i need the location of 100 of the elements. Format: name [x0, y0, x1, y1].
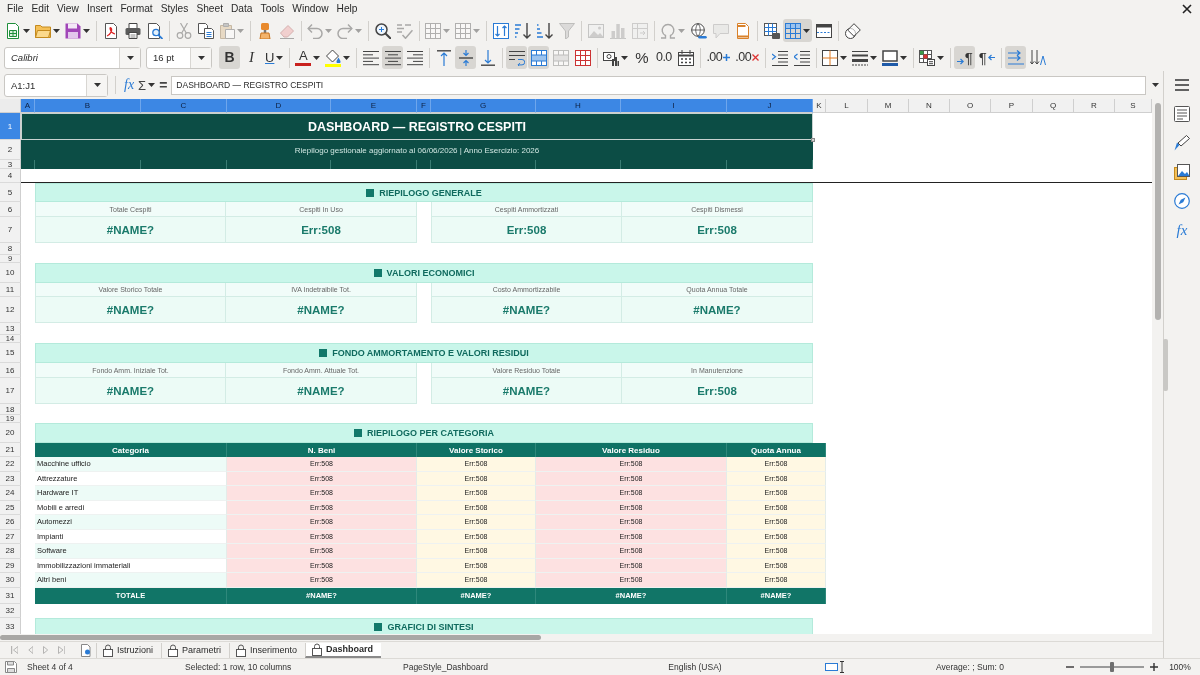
add-decimal-button[interactable]: .00	[704, 46, 733, 69]
column-header[interactable]: J	[727, 99, 813, 113]
menu-item[interactable]: File	[3, 1, 28, 16]
functions-tab[interactable]: fx	[1168, 216, 1196, 244]
text-direction-button[interactable]	[1005, 46, 1027, 69]
sidebar-collapse-handle[interactable]	[1163, 339, 1168, 391]
column-header[interactable]: Q	[1033, 99, 1074, 113]
column-header[interactable]: I	[621, 99, 727, 113]
delete-decimal-button[interactable]: .00	[733, 46, 762, 69]
scrollbar-thumb[interactable]	[1155, 103, 1161, 320]
column-header[interactable]: S	[1115, 99, 1152, 113]
dropdown-button[interactable]	[190, 47, 211, 68]
row-header[interactable]: 4	[0, 169, 21, 183]
column-header[interactable]: F	[417, 99, 431, 113]
row-header[interactable]: 26	[0, 515, 21, 530]
align-left-icon	[362, 49, 379, 66]
row-header[interactable]: 11	[0, 283, 21, 297]
column-header[interactable]: R	[1074, 99, 1115, 113]
menu-item[interactable]: Edit	[27, 1, 53, 16]
menu-item[interactable]: Sheet	[192, 1, 227, 16]
left-to-right-button[interactable]: ¶	[954, 46, 976, 69]
menu-item[interactable]: Tools	[256, 1, 289, 16]
menu-item[interactable]: View	[53, 1, 83, 16]
zoom-out-button[interactable]	[1064, 664, 1076, 670]
column-header[interactable]: C	[141, 99, 227, 113]
column-header[interactable]: P	[991, 99, 1033, 113]
dropdown-button[interactable]	[119, 47, 140, 68]
column-header[interactable]: O	[950, 99, 991, 113]
page-magnifier-icon	[146, 22, 163, 39]
row-header[interactable]: 17	[0, 378, 21, 404]
pivot-table-icon	[631, 22, 648, 39]
square-icon	[366, 188, 375, 197]
add-sheet-button[interactable]	[80, 642, 92, 658]
font-color-button[interactable]: A	[293, 46, 323, 69]
menu-item[interactable]: Data	[227, 1, 257, 16]
row-header[interactable]: 6	[0, 202, 21, 217]
row-header[interactable]: 24	[0, 486, 21, 501]
align-center-button[interactable]	[382, 46, 404, 69]
right-to-left-button[interactable]: ¶	[976, 46, 998, 69]
row-header[interactable]: 21	[0, 443, 21, 457]
row-header[interactable]: 10	[0, 263, 21, 283]
percent-button[interactable]: %	[631, 46, 653, 69]
menu-item[interactable]: Insert	[82, 1, 117, 16]
column-header[interactable]: A	[21, 99, 35, 113]
row-header[interactable]: 30	[0, 573, 21, 588]
number-format-button[interactable]: 0.0	[653, 46, 675, 69]
column-header[interactable]: H	[536, 99, 621, 113]
formula-button[interactable]: =	[157, 75, 170, 95]
table-header-cell: Valore Residuo	[536, 443, 727, 457]
underline-button[interactable]: U	[263, 46, 286, 69]
row-header[interactable]: 2	[0, 140, 21, 160]
formula-input[interactable]: DASHBOARD — REGISTRO CESPITI	[171, 75, 1146, 95]
merge-center-button[interactable]	[528, 46, 550, 69]
selection-handle[interactable]	[811, 138, 815, 142]
row-header[interactable]: 7	[0, 217, 21, 243]
row-header[interactable]: 16	[0, 363, 21, 378]
plus-icon	[1150, 663, 1158, 671]
font-name-field[interactable]: Calibri	[4, 46, 141, 69]
freeze-panes-button[interactable]	[783, 19, 812, 42]
menu-item[interactable]: Styles	[156, 1, 193, 16]
bold-button[interactable]: B	[219, 46, 240, 69]
column-header[interactable]: N	[909, 99, 950, 113]
sheet-tab[interactable]: Istruzioni	[96, 642, 161, 658]
close-button[interactable]	[1180, 1, 1194, 16]
row-header[interactable]: 1	[0, 113, 21, 140]
column-header[interactable]: D	[227, 99, 331, 113]
row-header[interactable]: 8	[0, 243, 21, 255]
column-header[interactable]: K	[813, 99, 826, 113]
wrap-text-button[interactable]	[506, 46, 528, 69]
sheet-tab[interactable]: Parametri	[161, 642, 230, 658]
sheet-tab[interactable]: Dashboard	[305, 642, 382, 658]
sum-button[interactable]: Σ	[136, 75, 158, 95]
row-header[interactable]: 15	[0, 343, 21, 363]
function-wizard-button[interactable]: fx	[122, 75, 137, 95]
x-mark-icon	[752, 54, 760, 61]
column-header[interactable]: E	[331, 99, 417, 113]
row-header[interactable]: 28	[0, 544, 21, 559]
row-header[interactable]: 5	[0, 183, 21, 202]
column-header[interactable]: G	[431, 99, 536, 113]
caret-icon	[276, 55, 284, 60]
name-box[interactable]: A1:J1	[4, 73, 108, 97]
menu-item[interactable]: Window	[288, 1, 333, 16]
scrollbar-thumb[interactable]	[0, 635, 541, 640]
sort-arrows-icon	[492, 22, 509, 39]
column-header[interactable]: L	[826, 99, 868, 113]
slider-thumb[interactable]	[1110, 662, 1114, 672]
row-header[interactable]: 13	[0, 323, 21, 335]
font-size-field[interactable]: 16 pt	[146, 46, 212, 69]
row-header[interactable]: 20	[0, 423, 21, 443]
center-vertically-button[interactable]	[455, 46, 477, 69]
menu-item[interactable]: Format	[116, 1, 157, 16]
row-header[interactable]: 3	[0, 160, 21, 169]
dropdown-button[interactable]	[86, 74, 107, 96]
row-header[interactable]: 22	[0, 457, 21, 472]
column-header[interactable]: M	[868, 99, 909, 113]
zoom-in-button[interactable]	[1148, 661, 1160, 673]
column-header[interactable]: B	[35, 99, 141, 113]
italic-button[interactable]: I	[241, 46, 262, 69]
menu-item[interactable]: Help	[332, 1, 362, 16]
row-header[interactable]: 12	[0, 297, 21, 323]
